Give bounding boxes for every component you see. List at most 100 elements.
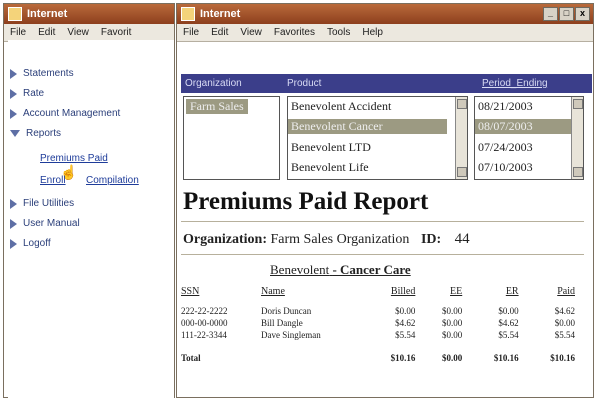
sidebar-item-label: Statements xyxy=(23,68,74,79)
scroll-down-icon[interactable] xyxy=(457,167,467,177)
subtitle-product: - Cancer Care xyxy=(332,262,411,277)
cell-ssn: 111-22-3344 xyxy=(181,330,227,340)
right-menu-bar: File Edit View Favorites Tools Help xyxy=(177,24,593,42)
collapse-arrow-icon xyxy=(10,130,20,137)
total-er: $10.16 xyxy=(493,353,519,363)
menu-edit[interactable]: Edit xyxy=(211,27,228,38)
product-option[interactable]: Benevolent Accident xyxy=(291,99,391,114)
cell-billed: $4.62 xyxy=(395,318,416,328)
sidebar-item-file-utilities[interactable]: File Utilities xyxy=(10,198,74,209)
table-total-row: Total $10.16 $0.00 $10.16 $10.16 xyxy=(181,341,577,364)
report-title: Premiums Paid Report xyxy=(183,188,429,215)
cell-name: Bill Dangle xyxy=(261,318,303,328)
sidebar-item-label: File Utilities xyxy=(23,198,75,209)
period-option-selected[interactable]: 08/07/2003 xyxy=(475,119,572,134)
sidebar-item-label: Rate xyxy=(23,88,45,99)
period-option[interactable]: 08/21/2003 xyxy=(478,99,533,114)
sidebar-link-premiums-paid[interactable]: Premiums Paid xyxy=(40,153,108,164)
col-er: ER xyxy=(505,286,519,297)
product-scrollbar[interactable] xyxy=(455,97,467,179)
header-organization: Organization xyxy=(185,78,242,89)
cell-ee: $0.00 xyxy=(441,306,463,316)
cell-name: Dave Singleman xyxy=(261,330,321,340)
period-option[interactable]: 07/24/2003 xyxy=(478,140,533,155)
id-label: ID: xyxy=(420,232,442,247)
maximize-button[interactable]: □ xyxy=(559,7,574,21)
cell-ssn: 222-22-2222 xyxy=(181,306,228,316)
header-period-ending[interactable]: Period_Ending xyxy=(482,78,548,89)
product-listbox[interactable]: Benevolent Accident Benevolent Cancer Be… xyxy=(287,96,468,180)
cell-er: $0.00 xyxy=(498,306,519,316)
total-billed: $10.16 xyxy=(390,353,416,363)
menu-view[interactable]: View xyxy=(67,27,89,38)
organization-value: Farm Sales Organization xyxy=(270,232,410,247)
table-row: 000-00-0000 Bill Dangle $4.62 $0.00 $4.6… xyxy=(181,317,577,329)
sidebar-item-account-management[interactable]: Account Management xyxy=(10,108,120,119)
window-controls: _ □ x xyxy=(543,7,590,21)
report-subtitle: Benevolent - Cancer Care xyxy=(270,262,411,278)
expand-arrow-icon xyxy=(10,238,17,249)
browser-icon xyxy=(181,7,195,21)
sidebar-link-compilation[interactable]: Compilation xyxy=(86,175,139,186)
divider xyxy=(181,221,584,222)
scroll-down-icon[interactable] xyxy=(573,167,583,177)
sidebar-link-enroll[interactable]: Enroll xyxy=(40,175,66,186)
period-ending-listbox[interactable]: 08/21/2003 08/07/2003 07/24/2003 07/10/2… xyxy=(474,96,584,180)
sidebar-item-logoff[interactable]: Logoff xyxy=(10,238,51,249)
premiums-table: SSN Name Billed EE ER Paid 222-22-2222 D… xyxy=(181,286,577,364)
left-window-title: Internet xyxy=(27,8,68,20)
cell-billed: $0.00 xyxy=(395,306,416,316)
organization-option[interactable]: Farm Sales xyxy=(186,99,248,114)
cell-ee: $0.00 xyxy=(441,330,463,340)
header-product: Product xyxy=(287,78,322,89)
period-scrollbar[interactable] xyxy=(571,97,583,179)
left-title-bar: Internet xyxy=(4,4,174,24)
period-option[interactable]: 07/10/2003 xyxy=(478,160,533,175)
right-title-bar: Internet _ □ x xyxy=(177,4,593,24)
scroll-up-icon[interactable] xyxy=(573,99,583,109)
menu-favorites[interactable]: Favorit xyxy=(101,27,132,38)
sidebar-item-statements[interactable]: Statements xyxy=(10,68,74,79)
browser-icon xyxy=(8,7,22,21)
menu-help[interactable]: Help xyxy=(362,27,383,38)
right-window-title: Internet xyxy=(200,8,241,20)
minimize-button[interactable]: _ xyxy=(543,7,558,21)
menu-file[interactable]: File xyxy=(10,27,26,38)
col-name: Name xyxy=(261,286,285,297)
product-option[interactable]: Benevolent LTD xyxy=(291,140,371,155)
organization-line: Organization: Farm Sales Organization ID… xyxy=(183,231,470,248)
expand-arrow-icon xyxy=(10,88,17,99)
id-value: 44 xyxy=(454,231,470,247)
scroll-up-icon[interactable] xyxy=(457,99,467,109)
expand-arrow-icon xyxy=(10,108,17,119)
menu-view[interactable]: View xyxy=(240,27,262,38)
cell-billed: $5.54 xyxy=(395,330,416,340)
sidebar-item-label: User Manual xyxy=(23,218,80,229)
table-row: 222-22-2222 Doris Duncan $0.00 $0.00 $0.… xyxy=(181,305,577,317)
col-billed: Billed xyxy=(390,286,416,297)
organization-label: Organization: xyxy=(183,232,267,247)
sidebar-item-reports[interactable]: Reports xyxy=(10,128,61,139)
sidebar-item-user-manual[interactable]: User Manual xyxy=(10,218,80,229)
expand-arrow-icon xyxy=(10,198,17,209)
total-label: Total xyxy=(181,353,201,363)
organization-listbox[interactable]: Farm Sales xyxy=(183,96,280,180)
close-button[interactable]: x xyxy=(575,7,590,21)
product-option[interactable]: Benevolent Life xyxy=(291,160,369,175)
menu-tools[interactable]: Tools xyxy=(327,27,350,38)
filter-header-bar: Organization Product Period_Ending xyxy=(181,74,592,93)
divider xyxy=(181,254,584,255)
cell-er: $5.54 xyxy=(498,330,519,340)
total-paid: $10.16 xyxy=(550,353,575,363)
cell-ssn: 000-00-0000 xyxy=(181,318,228,328)
sidebar-item-label: Account Management xyxy=(23,108,121,119)
cell-er: $4.62 xyxy=(498,318,519,328)
sidebar-item-rate[interactable]: Rate xyxy=(10,88,44,99)
table-row: 111-22-3344 Dave Singleman $5.54 $0.00 $… xyxy=(181,329,577,341)
expand-arrow-icon xyxy=(10,218,17,229)
product-option-selected[interactable]: Benevolent Cancer xyxy=(288,119,447,134)
menu-edit[interactable]: Edit xyxy=(38,27,55,38)
menu-favorites[interactable]: Favorites xyxy=(274,27,315,38)
cell-name: Doris Duncan xyxy=(261,306,312,316)
menu-file[interactable]: File xyxy=(183,27,199,38)
